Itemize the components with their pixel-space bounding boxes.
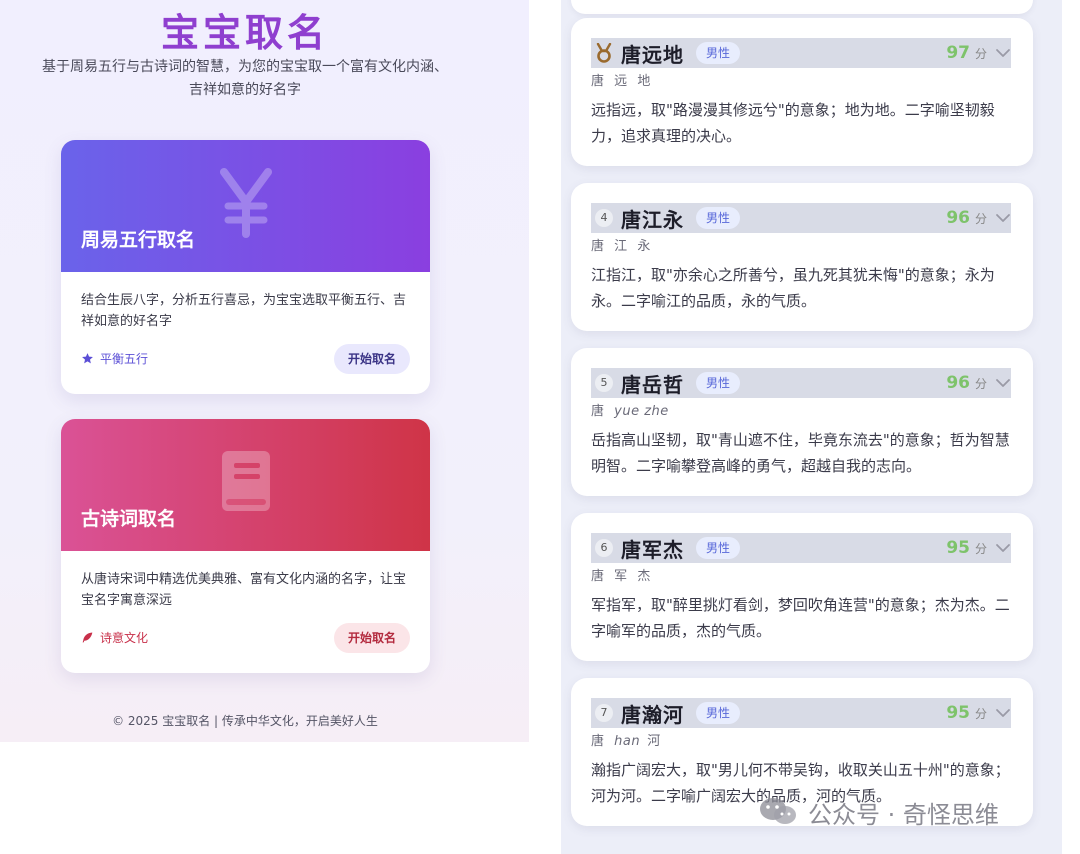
- pinyin-part: yue zhe: [614, 404, 669, 419]
- pinyin-part: 唐: [591, 74, 608, 89]
- card-tag-label: 平衡五行: [100, 352, 149, 366]
- chevron-down-icon[interactable]: [995, 375, 1011, 391]
- card-description: 从唐诗宋词中精选优美典雅、富有文化内涵的名字，让宝宝名字寓意深远: [81, 572, 407, 608]
- rank-badge: 4: [595, 209, 613, 227]
- bronze-medal-icon: [596, 43, 612, 63]
- name-score: 97: [946, 43, 970, 63]
- score-unit: 分: [974, 541, 987, 556]
- name-meaning: 江指江，取"亦余心之所善兮，虽九死其犹未悔"的意象；永为永。二字喻江的品质，永的…: [591, 266, 995, 310]
- pinyin-part: 地: [637, 74, 654, 89]
- gender-badge: 男性: [696, 537, 741, 559]
- chevron-down-icon[interactable]: [995, 540, 1011, 556]
- name-meaning: 岳指高山坚韧，取"青山遮不住，毕竟东流去"的意象；哲为智慧明智。二字喻攀登高峰的…: [591, 431, 1010, 475]
- pinyin-part: 唐: [591, 239, 608, 254]
- name-card[interactable]: 5 唐岳哲 男性 96 分唐 yue zhe 岳指高山坚韧，取"青山遮不住，毕竟东流去"的…: [571, 348, 1033, 496]
- gender-badge: 男性: [696, 372, 741, 394]
- previous-card-edge: [571, 0, 1033, 14]
- footer-copyright: © 2025 宝宝取名 | 传承中华文化，开启美好人生: [112, 714, 378, 728]
- card-footer: 平衡五行 开始取名: [81, 344, 410, 374]
- name-pinyin: 唐 han 河: [591, 730, 663, 749]
- start-naming-button[interactable]: 开始取名: [333, 623, 410, 653]
- page-subtitle: 基于周易五行与古诗词的智慧，为您的宝宝取一个富有文化内涵、吉祥如意的好名字: [42, 59, 448, 98]
- card-tag-label: 诗意文化: [100, 631, 149, 645]
- page-title: 宝宝取名: [160, 11, 329, 55]
- chevron-down-icon[interactable]: [995, 705, 1011, 721]
- star-icon: [82, 353, 93, 364]
- pinyin-part: 军: [614, 569, 631, 584]
- pinyin-part: 唐: [591, 569, 608, 584]
- name-card-header[interactable]: 4 唐江永 男性 96 分: [591, 203, 1011, 233]
- name-card-header[interactable]: 5 唐岳哲 男性 96 分: [591, 368, 1011, 398]
- name-card[interactable]: 4 唐江永 男性 96 分唐 江 永江指江，取"亦余心之所善兮，虽九死其犹未悔"的意象；…: [571, 183, 1033, 331]
- pinyin-part: han: [614, 734, 641, 749]
- score-unit: 分: [974, 376, 987, 391]
- name-pinyin: 唐 yue zhe: [591, 400, 669, 419]
- card-description: 结合生辰八字，分析五行喜忌，为宝宝选取平衡五行、吉祥如意的好名字: [81, 293, 407, 329]
- name-score: 95: [946, 703, 970, 723]
- yuan-icon: [220, 168, 272, 238]
- chevron-down-icon[interactable]: [995, 210, 1011, 226]
- card-tag: 诗意文化: [81, 629, 148, 646]
- card-title: 周易五行取名: [81, 229, 196, 251]
- start-naming-button[interactable]: 开始取名: [333, 344, 410, 374]
- watermark-text: 公众号 · 奇怪思维: [808, 800, 999, 829]
- name-score: 95: [946, 538, 970, 558]
- gender-badge: 男性: [696, 207, 741, 229]
- name-meaning: 军指军，取"醉里挑灯看剑，梦回吹角连营"的意象；杰为杰。二字喻军的品质，杰的气质…: [591, 596, 1010, 640]
- card-header: 古诗词取名: [61, 419, 430, 551]
- score-unit: 分: [974, 211, 987, 226]
- right-panel-name-list[interactable]: 唐远地 男性 97 分唐 远 地远指远，取"路漫漫其修远兮"的意象；地为地。二字喻坚韧…: [561, 0, 1062, 854]
- name-meaning: 远指远，取"路漫漫其修远兮"的意象；地为地。二字喻坚韧毅力，追求真理的决心。: [591, 101, 995, 145]
- candidate-name: 唐瀚河: [621, 702, 684, 727]
- score-unit: 分: [974, 706, 987, 721]
- pinyin-part: 杰: [637, 569, 654, 584]
- card-tag: 平衡五行: [81, 350, 148, 367]
- chevron-down-icon[interactable]: [995, 45, 1011, 61]
- wechat-icon: [760, 798, 796, 824]
- pinyin-part: 唐: [591, 404, 608, 419]
- pinyin-part: 江: [614, 239, 631, 254]
- name-card-header[interactable]: 6 唐军杰 男性 95 分: [591, 533, 1011, 563]
- rank-badge: 5: [595, 374, 613, 392]
- score-unit: 分: [974, 46, 987, 61]
- rank-badge: 6: [595, 539, 613, 557]
- name-pinyin: 唐 军 杰: [591, 565, 653, 584]
- candidate-name: 唐岳哲: [621, 372, 684, 397]
- naming-card-poetry[interactable]: 古诗词取名 从唐诗宋词中精选优美典雅、富有文化内涵的名字，让宝宝名字寓意深远 诗…: [61, 419, 430, 673]
- feather-icon: [82, 632, 93, 643]
- name-pinyin: 唐 江 永: [591, 235, 653, 254]
- rank-badge: 7: [595, 704, 613, 722]
- naming-card-wuxing[interactable]: 周易五行取名 结合生辰八字，分析五行喜忌，为宝宝选取平衡五行、吉祥如意的好名字 …: [61, 140, 430, 394]
- name-card[interactable]: 唐远地 男性 97 分唐 远 地远指远，取"路漫漫其修远兮"的意象；地为地。二字喻坚韧…: [571, 18, 1033, 166]
- name-score: 96: [946, 208, 970, 228]
- pinyin-part: 河: [647, 734, 664, 749]
- name-score: 96: [946, 373, 970, 393]
- name-pinyin: 唐 远 地: [591, 70, 653, 89]
- name-card-header[interactable]: 唐远地 男性 97 分: [591, 38, 1011, 68]
- name-card-header[interactable]: 7 唐瀚河 男性 95 分: [591, 698, 1011, 728]
- book-icon: [222, 451, 270, 511]
- candidate-name: 唐军杰: [621, 537, 684, 562]
- pinyin-part: 唐: [591, 734, 608, 749]
- gender-badge: 男性: [696, 702, 741, 724]
- candidate-name: 唐远地: [621, 42, 684, 67]
- name-card[interactable]: 6 唐军杰 男性 95 分唐 军 杰军指军，取"醉里挑灯看剑，梦回吹角连营"的意象；杰为…: [571, 513, 1033, 661]
- card-header: 周易五行取名: [61, 140, 430, 272]
- pinyin-part: 远: [614, 74, 631, 89]
- card-title: 古诗词取名: [81, 508, 177, 530]
- pinyin-part: 永: [637, 239, 654, 254]
- left-panel: 宝宝取名 基于周易五行与古诗词的智慧，为您的宝宝取一个富有文化内涵、吉祥如意的好…: [0, 0, 529, 742]
- gender-badge: 男性: [696, 42, 741, 64]
- watermark: 公众号 · 奇怪思维: [758, 792, 999, 832]
- candidate-name: 唐江永: [621, 207, 684, 232]
- card-footer: 诗意文化 开始取名: [81, 623, 410, 653]
